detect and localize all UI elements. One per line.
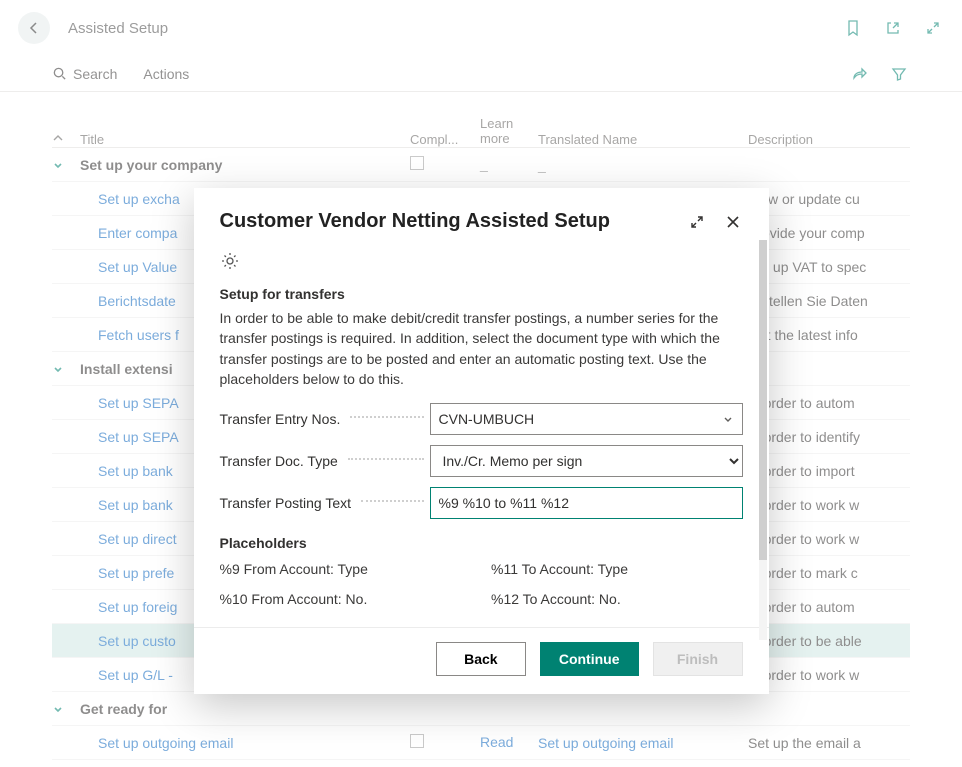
dialog-scrollbar[interactable] — [759, 240, 769, 640]
field-transfer-doc-type: Transfer Doc. Type Inv./Cr. Memo per sig… — [220, 445, 743, 477]
dialog-expand-icon[interactable] — [687, 212, 707, 232]
label-transfer-posting-text: Transfer Posting Text — [220, 495, 352, 511]
placeholders-heading: Placeholders — [220, 535, 743, 551]
label-transfer-entry-nos: Transfer Entry Nos. — [220, 411, 341, 427]
finish-button: Finish — [653, 642, 743, 676]
field-transfer-entry-nos: Transfer Entry Nos. CVN-UMBUCH — [220, 403, 743, 435]
back-button[interactable]: Back — [436, 642, 526, 676]
select-transfer-doc-type[interactable]: Inv./Cr. Memo per sign — [430, 445, 743, 477]
placeholders-grid: %9 From Account: Type %11 To Account: Ty… — [220, 561, 743, 607]
combo-transfer-entry-nos[interactable]: CVN-UMBUCH — [430, 403, 743, 435]
gear-icon[interactable] — [220, 251, 240, 271]
chevron-down-icon — [722, 413, 734, 425]
dialog-footer: Back Continue Finish — [194, 627, 769, 694]
placeholder-item: %12 To Account: No. — [491, 591, 743, 607]
dialog-subtitle: Setup for transfers — [220, 286, 743, 302]
input-transfer-posting-text[interactable] — [430, 487, 743, 519]
placeholder-item: %9 From Account: Type — [220, 561, 472, 577]
close-icon[interactable] — [723, 212, 743, 232]
placeholder-item: %10 From Account: No. — [220, 591, 472, 607]
combo-value-transfer-entry-nos: CVN-UMBUCH — [439, 411, 535, 427]
field-transfer-posting-text: Transfer Posting Text — [220, 487, 743, 519]
placeholder-item: %11 To Account: Type — [491, 561, 743, 577]
dialog-title: Customer Vendor Netting Assisted Setup — [220, 210, 671, 233]
label-transfer-doc-type: Transfer Doc. Type — [220, 453, 338, 469]
dialog-paragraph: In order to be able to make debit/credit… — [220, 308, 743, 389]
assisted-setup-dialog: Customer Vendor Netting Assisted Setup — [194, 188, 769, 694]
continue-button[interactable]: Continue — [540, 642, 639, 676]
